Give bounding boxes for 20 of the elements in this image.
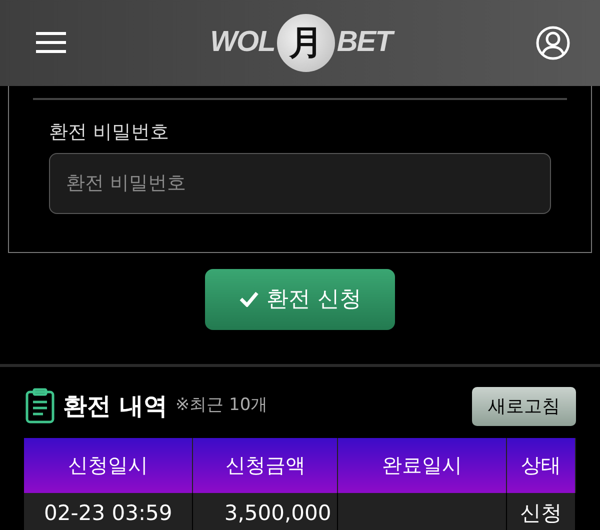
user-icon[interactable] bbox=[536, 26, 570, 60]
password-field[interactable]: 환전 비밀번호 bbox=[49, 152, 551, 214]
column-header: 상태 bbox=[506, 438, 576, 492]
table-cell: 02-23 03:59 bbox=[24, 492, 193, 530]
logo-mark: 月 bbox=[276, 14, 335, 72]
field-label: 환전 비밀번호 bbox=[49, 120, 170, 145]
menu-icon[interactable] bbox=[36, 32, 66, 54]
refresh-button[interactable]: 새로고침 bbox=[472, 386, 576, 426]
column-header: 신청금액 bbox=[192, 438, 338, 492]
submit-button[interactable]: 환전 신청 bbox=[205, 268, 395, 330]
section-note: ※최근 10개 bbox=[175, 394, 268, 418]
column-header: 완료일시 bbox=[338, 438, 507, 492]
logo-text: BET bbox=[336, 21, 392, 65]
logo-text: WOL bbox=[210, 25, 275, 60]
check-icon bbox=[238, 291, 258, 307]
column-header: 신청일시 bbox=[24, 438, 193, 492]
table-cell: 신청 bbox=[506, 492, 576, 530]
section-title: 환전 내역 bbox=[63, 391, 168, 422]
clipboard-icon bbox=[25, 388, 55, 424]
table-cell: 3,500,000 bbox=[192, 492, 338, 530]
